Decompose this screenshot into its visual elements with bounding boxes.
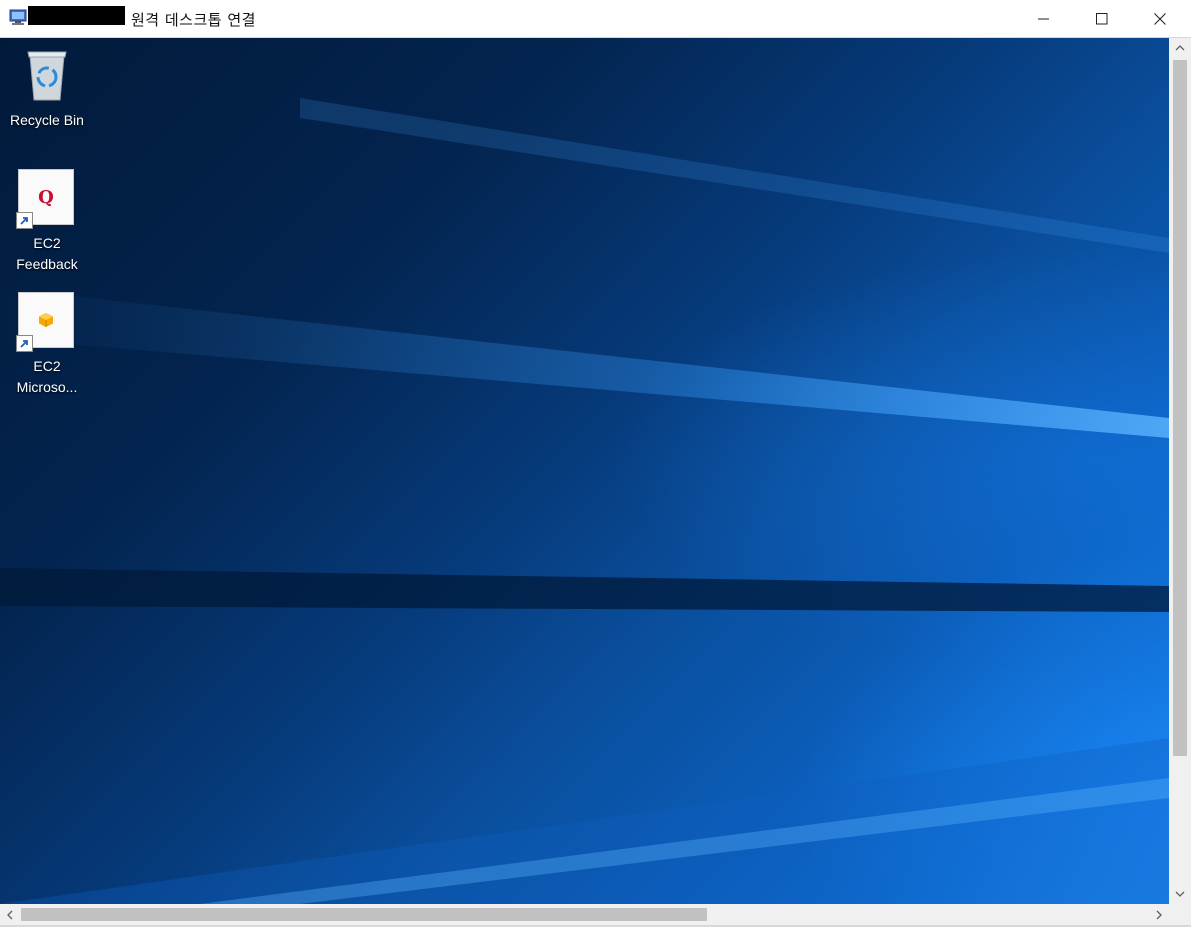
scroll-right-button[interactable] bbox=[1149, 904, 1169, 925]
horizontal-scroll-thumb[interactable] bbox=[21, 908, 707, 921]
maximize-icon bbox=[1096, 12, 1108, 24]
window-titlebar[interactable]: 원격 데스크톱 연결 bbox=[0, 0, 1191, 38]
chevron-up-icon bbox=[1175, 45, 1185, 51]
close-icon bbox=[1154, 12, 1166, 25]
scroll-down-button[interactable] bbox=[1169, 884, 1191, 904]
remote-desktop-screen[interactable]: Recycle Bin Q EC2 Feedback EC2 Microso..… bbox=[0, 38, 1169, 904]
chevron-left-icon bbox=[7, 910, 13, 919]
desktop-icon-label: EC2 Feedback bbox=[16, 235, 78, 272]
chevron-right-icon bbox=[1156, 910, 1162, 919]
shortcut-arrow-icon bbox=[16, 335, 33, 352]
scroll-left-button[interactable] bbox=[0, 904, 20, 925]
desktop-icon-label: EC2 Microso... bbox=[16, 358, 78, 395]
chevron-down-icon bbox=[1175, 891, 1185, 897]
scroll-up-button[interactable] bbox=[1169, 38, 1191, 58]
ec2-feedback-tile: Q bbox=[16, 169, 76, 229]
minimize-button[interactable] bbox=[1015, 0, 1073, 37]
recycle-bin-icon bbox=[18, 46, 76, 104]
shortcut-arrow-icon bbox=[16, 212, 33, 229]
window-title: 원격 데스크톱 연결 bbox=[131, 11, 256, 29]
feedback-q-glyph: Q bbox=[38, 186, 54, 208]
redacted-hostname bbox=[28, 6, 125, 25]
desktop-icon-ec2-feedback[interactable]: Q EC2 Feedback bbox=[6, 169, 88, 275]
close-button[interactable] bbox=[1131, 0, 1189, 37]
aws-box-icon bbox=[39, 313, 53, 327]
maximize-button[interactable] bbox=[1073, 0, 1131, 37]
remote-desktop-app-icon bbox=[9, 9, 27, 25]
desktop-icon-ec2-microsoft[interactable]: EC2 Microso... bbox=[6, 292, 88, 398]
wallpaper-light-beams bbox=[0, 98, 1169, 904]
minimize-icon bbox=[1038, 18, 1049, 19]
vertical-scrollbar[interactable] bbox=[1169, 38, 1191, 904]
horizontal-scrollbar[interactable] bbox=[0, 904, 1169, 925]
desktop-icon-recycle-bin[interactable]: Recycle Bin bbox=[6, 46, 88, 131]
vertical-scroll-thumb[interactable] bbox=[1173, 60, 1187, 756]
ec2-microsoft-tile bbox=[16, 292, 76, 352]
scrollbar-corner bbox=[1169, 904, 1191, 925]
desktop-icon-label: Recycle Bin bbox=[10, 112, 84, 128]
